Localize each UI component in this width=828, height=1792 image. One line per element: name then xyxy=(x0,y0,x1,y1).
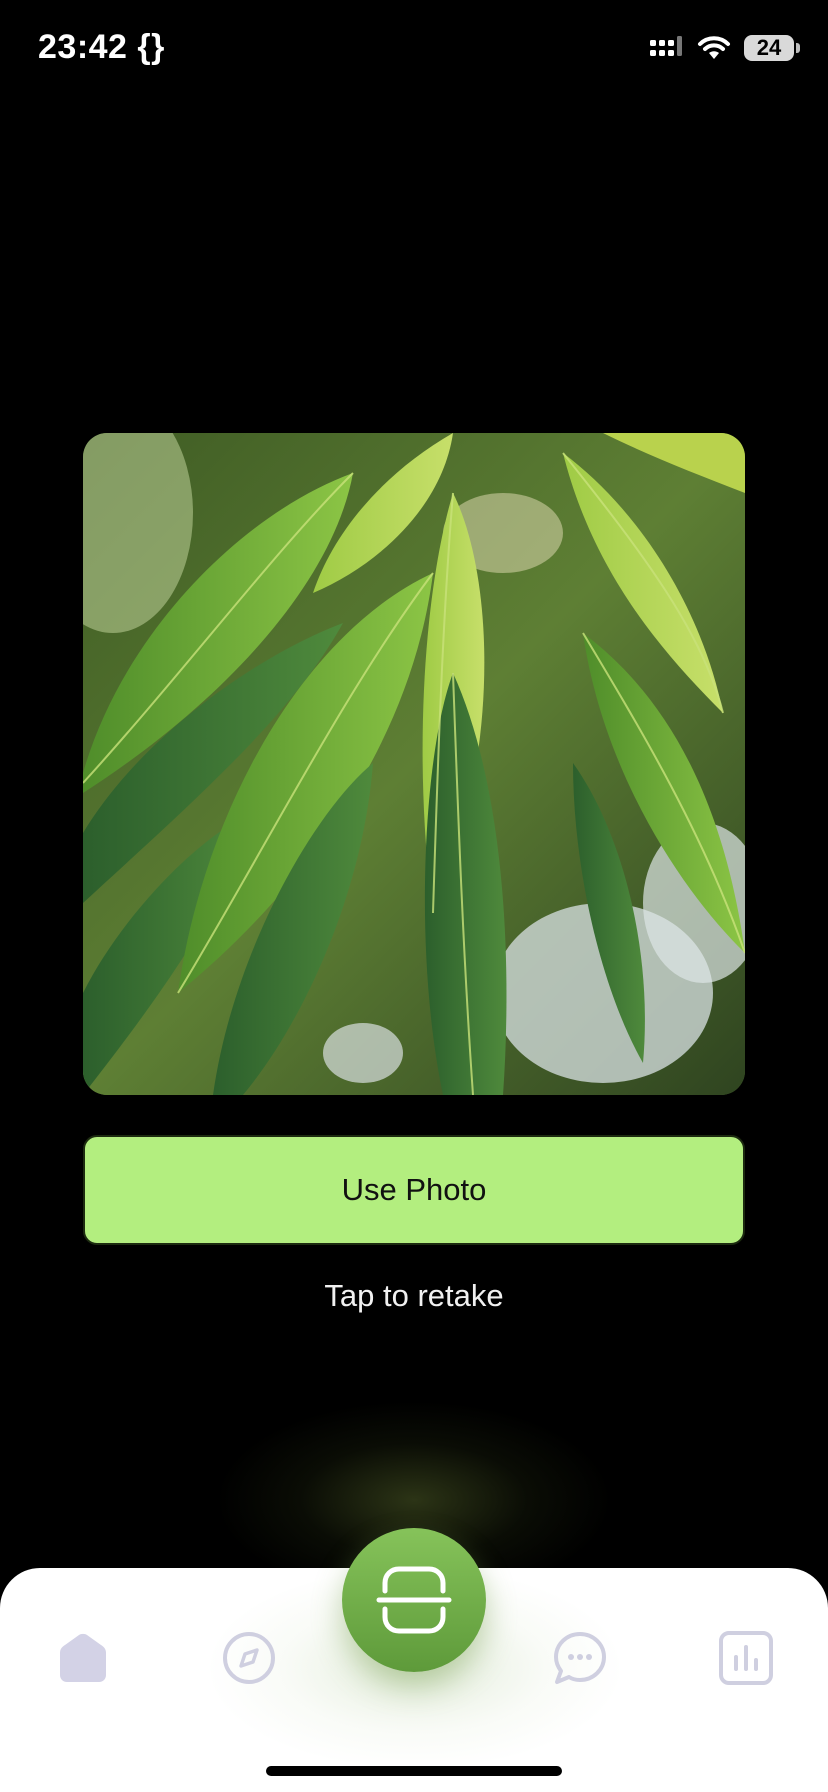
stats-icon xyxy=(719,1631,773,1685)
home-icon xyxy=(60,1633,106,1682)
compass-icon xyxy=(223,1632,275,1684)
tab-home[interactable] xyxy=(53,1628,113,1688)
home-indicator xyxy=(266,1766,562,1776)
tab-chat[interactable] xyxy=(550,1628,610,1688)
chat-icon xyxy=(554,1632,606,1684)
use-photo-button[interactable]: Use Photo xyxy=(83,1135,745,1245)
use-photo-label: Use Photo xyxy=(341,1172,487,1207)
retake-link[interactable]: Tap to retake xyxy=(0,1278,828,1314)
status-indicators: 24 xyxy=(650,34,800,62)
signal-icon xyxy=(650,36,682,56)
photo-preview xyxy=(83,433,745,1095)
leaf-photo xyxy=(83,433,745,1095)
tab-stats[interactable] xyxy=(716,1628,776,1688)
battery-icon: 24 xyxy=(744,35,800,61)
wifi-icon xyxy=(698,36,730,59)
status-time: 23:42 {} xyxy=(38,28,165,66)
status-bar: 23:42 {} 24 xyxy=(0,0,828,100)
battery-level: 24 xyxy=(756,35,782,60)
scan-icon xyxy=(376,1566,452,1634)
scan-button[interactable] xyxy=(342,1528,486,1672)
tab-explore[interactable] xyxy=(219,1628,279,1688)
